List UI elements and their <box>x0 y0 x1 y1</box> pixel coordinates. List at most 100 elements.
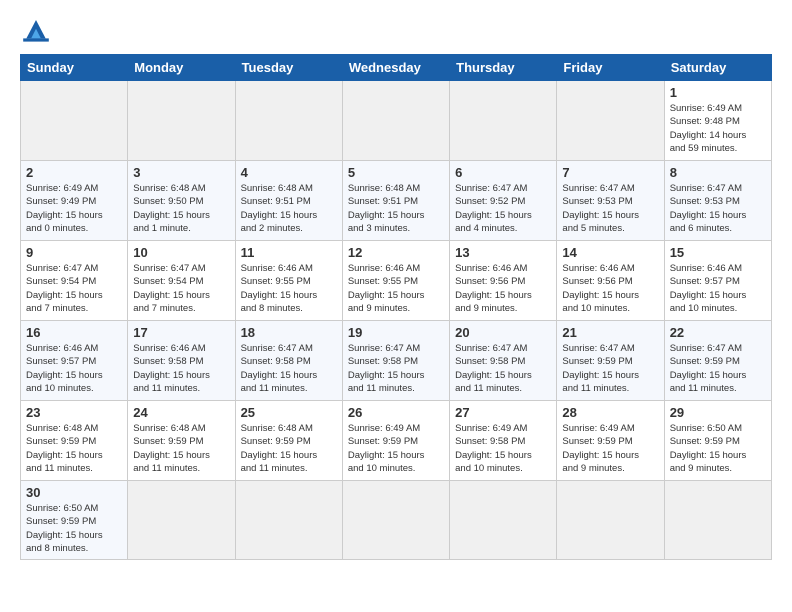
day-number: 7 <box>562 165 658 180</box>
calendar-cell: 29 Sunrise: 6:50 AMSunset: 9:59 PMDayligh… <box>664 401 771 481</box>
day-number: 8 <box>670 165 766 180</box>
calendar-cell <box>128 481 235 560</box>
calendar-cell <box>21 81 128 161</box>
calendar-cell: 10 Sunrise: 6:47 AMSunset: 9:54 PMDayligh… <box>128 241 235 321</box>
day-info: Sunrise: 6:49 AMSunset: 9:59 PMDaylight:… <box>562 422 658 475</box>
day-number: 21 <box>562 325 658 340</box>
header <box>20 16 772 44</box>
day-info: Sunrise: 6:49 AMSunset: 9:48 PMDaylight:… <box>670 102 766 155</box>
week-row-1: 1 Sunrise: 6:49 AMSunset: 9:48 PMDaylight… <box>21 81 772 161</box>
day-info: Sunrise: 6:47 AMSunset: 9:53 PMDaylight:… <box>670 182 766 235</box>
day-number: 3 <box>133 165 229 180</box>
calendar-cell: 5 Sunrise: 6:48 AMSunset: 9:51 PMDaylight… <box>342 161 449 241</box>
calendar-cell: 25Sunrise: 6:48 AMSunset: 9:59 PMDayligh… <box>235 401 342 481</box>
calendar-cell <box>557 481 664 560</box>
day-number: 25 <box>241 405 337 420</box>
weekday-header-row: SundayMondayTuesdayWednesdayThursdayFrid… <box>21 55 772 81</box>
day-number: 20 <box>455 325 551 340</box>
calendar-cell: 22 Sunrise: 6:47 AMSunset: 9:59 PMDayligh… <box>664 321 771 401</box>
day-number: 10 <box>133 245 229 260</box>
day-number: 27 <box>455 405 551 420</box>
calendar-cell: 3 Sunrise: 6:48 AMSunset: 9:50 PMDaylight… <box>128 161 235 241</box>
calendar-cell: 1 Sunrise: 6:49 AMSunset: 9:48 PMDaylight… <box>664 81 771 161</box>
calendar-cell <box>235 81 342 161</box>
weekday-header-thursday: Thursday <box>450 55 557 81</box>
day-number: 4 <box>241 165 337 180</box>
day-number: 22 <box>670 325 766 340</box>
day-info: Sunrise: 6:46 AMSunset: 9:55 PMDaylight:… <box>241 262 337 315</box>
calendar-cell: 14Sunrise: 6:46 AMSunset: 9:56 PMDayligh… <box>557 241 664 321</box>
week-row-5: 23Sunrise: 6:48 AMSunset: 9:59 PMDayligh… <box>21 401 772 481</box>
weekday-header-friday: Friday <box>557 55 664 81</box>
day-info: Sunrise: 6:47 AMSunset: 9:58 PMDaylight:… <box>455 342 551 395</box>
calendar-cell <box>450 481 557 560</box>
logo <box>20 16 56 44</box>
day-info: Sunrise: 6:47 AMSunset: 9:59 PMDaylight:… <box>562 342 658 395</box>
day-info: Sunrise: 6:48 AMSunset: 9:59 PMDaylight:… <box>133 422 229 475</box>
calendar-cell: 27 Sunrise: 6:49 AMSunset: 9:58 PMDayligh… <box>450 401 557 481</box>
calendar-cell: 16Sunrise: 6:46 AMSunset: 9:57 PMDayligh… <box>21 321 128 401</box>
day-info: Sunrise: 6:47 AMSunset: 9:54 PMDaylight:… <box>26 262 122 315</box>
calendar-cell: 9 Sunrise: 6:47 AMSunset: 9:54 PMDaylight… <box>21 241 128 321</box>
calendar-cell: 20 Sunrise: 6:47 AMSunset: 9:58 PMDayligh… <box>450 321 557 401</box>
day-number: 17 <box>133 325 229 340</box>
calendar-cell <box>557 81 664 161</box>
calendar-cell: 24Sunrise: 6:48 AMSunset: 9:59 PMDayligh… <box>128 401 235 481</box>
calendar-cell: 30 Sunrise: 6:50 AMSunset: 9:59 PMDayligh… <box>21 481 128 560</box>
calendar-cell: 6Sunrise: 6:47 AMSunset: 9:52 PMDaylight… <box>450 161 557 241</box>
day-info: Sunrise: 6:48 AMSunset: 9:51 PMDaylight:… <box>348 182 444 235</box>
day-info: Sunrise: 6:50 AMSunset: 9:59 PMDaylight:… <box>26 502 122 555</box>
weekday-header-monday: Monday <box>128 55 235 81</box>
day-number: 30 <box>26 485 122 500</box>
day-number: 13 <box>455 245 551 260</box>
calendar-cell: 17 Sunrise: 6:46 AMSunset: 9:58 PMDayligh… <box>128 321 235 401</box>
calendar-cell <box>128 81 235 161</box>
day-number: 5 <box>348 165 444 180</box>
day-info: Sunrise: 6:47 AMSunset: 9:58 PMDaylight:… <box>348 342 444 395</box>
day-number: 12 <box>348 245 444 260</box>
generalblue-logo-icon <box>20 16 52 44</box>
day-number: 19 <box>348 325 444 340</box>
day-info: Sunrise: 6:47 AMSunset: 9:54 PMDaylight:… <box>133 262 229 315</box>
day-info: Sunrise: 6:46 AMSunset: 9:57 PMDaylight:… <box>670 262 766 315</box>
day-number: 11 <box>241 245 337 260</box>
calendar-cell: 7 Sunrise: 6:47 AMSunset: 9:53 PMDaylight… <box>557 161 664 241</box>
day-info: Sunrise: 6:46 AMSunset: 9:56 PMDaylight:… <box>562 262 658 315</box>
calendar-cell: 19 Sunrise: 6:47 AMSunset: 9:58 PMDayligh… <box>342 321 449 401</box>
calendar-cell: 21 Sunrise: 6:47 AMSunset: 9:59 PMDayligh… <box>557 321 664 401</box>
day-info: Sunrise: 6:48 AMSunset: 9:59 PMDaylight:… <box>26 422 122 475</box>
day-number: 18 <box>241 325 337 340</box>
day-number: 26 <box>348 405 444 420</box>
calendar-cell <box>342 81 449 161</box>
calendar-cell: 8 Sunrise: 6:47 AMSunset: 9:53 PMDaylight… <box>664 161 771 241</box>
day-info: Sunrise: 6:47 AMSunset: 9:52 PMDaylight:… <box>455 182 551 235</box>
day-info: Sunrise: 6:46 AMSunset: 9:57 PMDaylight:… <box>26 342 122 395</box>
day-info: Sunrise: 6:47 AMSunset: 9:53 PMDaylight:… <box>562 182 658 235</box>
calendar-cell <box>664 481 771 560</box>
day-number: 15 <box>670 245 766 260</box>
calendar-cell: 11 Sunrise: 6:46 AMSunset: 9:55 PMDayligh… <box>235 241 342 321</box>
calendar-cell: 15 Sunrise: 6:46 AMSunset: 9:57 PMDayligh… <box>664 241 771 321</box>
day-info: Sunrise: 6:49 AMSunset: 9:58 PMDaylight:… <box>455 422 551 475</box>
calendar-table: SundayMondayTuesdayWednesdayThursdayFrid… <box>20 54 772 560</box>
weekday-header-wednesday: Wednesday <box>342 55 449 81</box>
week-row-6: 30 Sunrise: 6:50 AMSunset: 9:59 PMDayligh… <box>21 481 772 560</box>
day-info: Sunrise: 6:47 AMSunset: 9:58 PMDaylight:… <box>241 342 337 395</box>
day-info: Sunrise: 6:47 AMSunset: 9:59 PMDaylight:… <box>670 342 766 395</box>
day-number: 29 <box>670 405 766 420</box>
day-number: 9 <box>26 245 122 260</box>
day-info: Sunrise: 6:48 AMSunset: 9:50 PMDaylight:… <box>133 182 229 235</box>
weekday-header-tuesday: Tuesday <box>235 55 342 81</box>
calendar-cell: 12 Sunrise: 6:46 AMSunset: 9:55 PMDayligh… <box>342 241 449 321</box>
calendar-cell: 18 Sunrise: 6:47 AMSunset: 9:58 PMDayligh… <box>235 321 342 401</box>
calendar-cell <box>342 481 449 560</box>
day-info: Sunrise: 6:46 AMSunset: 9:56 PMDaylight:… <box>455 262 551 315</box>
day-info: Sunrise: 6:49 AMSunset: 9:49 PMDaylight:… <box>26 182 122 235</box>
day-info: Sunrise: 6:46 AMSunset: 9:58 PMDaylight:… <box>133 342 229 395</box>
day-info: Sunrise: 6:46 AMSunset: 9:55 PMDaylight:… <box>348 262 444 315</box>
day-number: 1 <box>670 85 766 100</box>
calendar-cell: 23Sunrise: 6:48 AMSunset: 9:59 PMDayligh… <box>21 401 128 481</box>
calendar-cell: 2Sunrise: 6:49 AMSunset: 9:49 PMDaylight… <box>21 161 128 241</box>
calendar-cell <box>450 81 557 161</box>
day-info: Sunrise: 6:50 AMSunset: 9:59 PMDaylight:… <box>670 422 766 475</box>
